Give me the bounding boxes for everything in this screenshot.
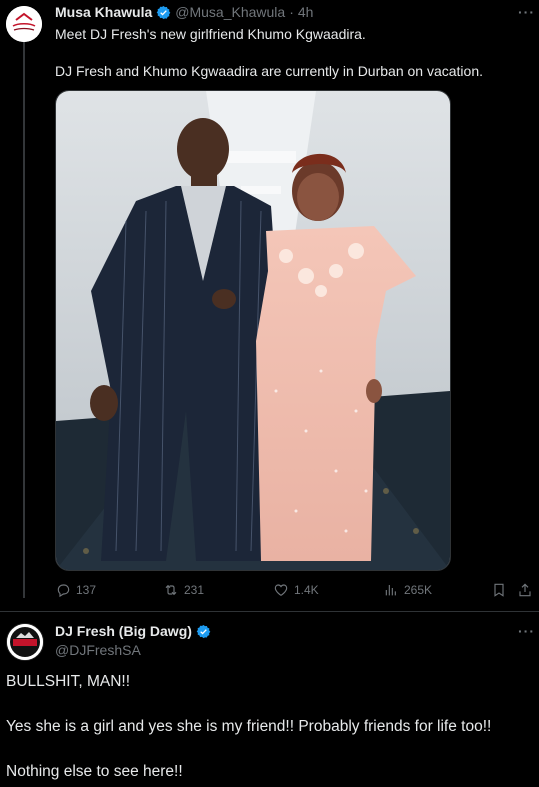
- like-count: 1.4K: [294, 583, 319, 597]
- time-separator: ·: [289, 4, 294, 20]
- author-name[interactable]: DJ Fresh (Big Dawg): [55, 623, 192, 639]
- tweet-text-line: Nothing else to see here!!: [6, 763, 183, 780]
- tweet-header: DJ Fresh (Big Dawg): [55, 623, 211, 639]
- reply-icon: [57, 584, 70, 598]
- bookmark-button[interactable]: [491, 582, 507, 598]
- share-icon: [519, 583, 531, 597]
- reply-count: 137: [76, 583, 97, 597]
- like-button[interactable]: 1.4K: [273, 582, 319, 598]
- photo-couple-hallway: [56, 91, 450, 570]
- author-handle[interactable]: @Musa_Khawula: [175, 4, 285, 20]
- views-chart-icon: [385, 585, 396, 596]
- tweet-text-line: BULLSHIT, MAN!!: [6, 673, 131, 690]
- tweet-text-line: Yes she is a girl and yes she is my frie…: [6, 718, 492, 735]
- tweet-photo[interactable]: [55, 90, 451, 571]
- tweet-text-line: DJ Fresh and Khumo Kgwaadira are current…: [55, 63, 483, 79]
- author-handle[interactable]: @DJFreshSA: [55, 642, 141, 658]
- bookmark-icon: [494, 583, 504, 597]
- more-options-icon[interactable]: ···: [518, 623, 535, 639]
- avatar-logo-icon: [6, 6, 42, 42]
- avatar-logo-icon: [7, 624, 43, 660]
- tweet-text-line: Meet DJ Fresh's new girlfriend Khumo Kgw…: [55, 26, 366, 42]
- divider: [0, 611, 539, 612]
- tweet-header: Musa Khawula @Musa_Khawula · 4h: [55, 4, 313, 20]
- heart-icon: [274, 584, 288, 597]
- tweet-action-bar: 137 231 1.4K 265K: [55, 580, 535, 602]
- timestamp[interactable]: 4h: [298, 4, 314, 20]
- retweet-button[interactable]: 231: [163, 582, 204, 598]
- more-options-icon[interactable]: ···: [518, 4, 535, 20]
- reply-button[interactable]: 137: [55, 582, 96, 598]
- retweet-icon: [165, 584, 177, 596]
- thread-connector-line: [23, 42, 25, 598]
- retweet-count: 231: [184, 583, 205, 597]
- avatar[interactable]: [6, 6, 42, 42]
- views-button[interactable]: 265K: [383, 582, 432, 598]
- view-count: 265K: [404, 583, 433, 597]
- avatar[interactable]: [6, 623, 44, 661]
- verified-badge-icon: [196, 624, 211, 638]
- author-name[interactable]: Musa Khawula: [55, 4, 152, 20]
- share-button[interactable]: [517, 582, 533, 598]
- verified-badge-icon: [156, 5, 171, 19]
